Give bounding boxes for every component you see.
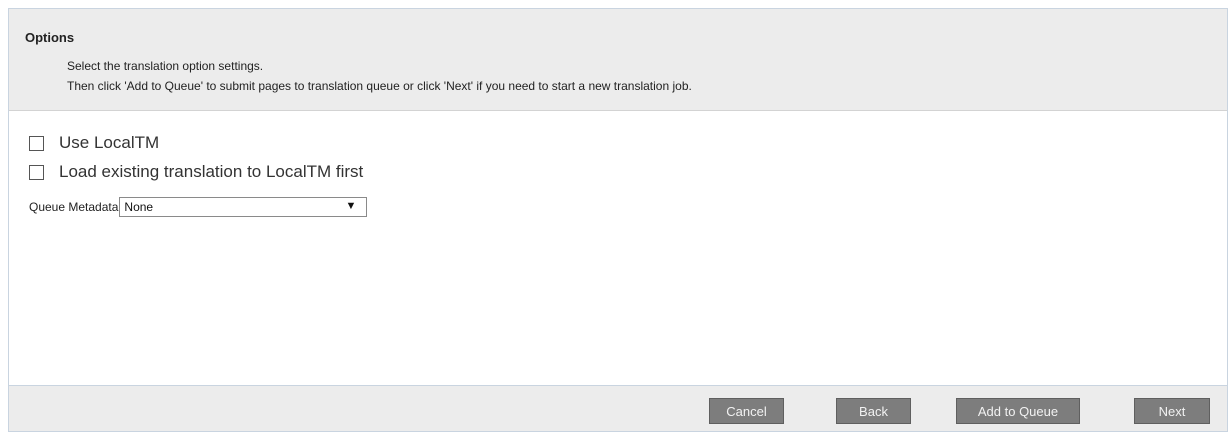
options-title: Options [25, 30, 75, 45]
add-to-queue-button[interactable]: Add to Queue [956, 398, 1080, 424]
use-localtm-option[interactable]: Use LocalTM [29, 133, 159, 153]
options-header: Options Select the translation option se… [9, 9, 1227, 111]
options-dialog: Options Select the translation option se… [8, 8, 1228, 432]
dropdown-arrow-icon: ▼ [345, 200, 357, 212]
instruction-line-2: Then click 'Add to Queue' to submit page… [67, 79, 692, 93]
dialog-footer: Cancel Back Add to Queue Next [9, 385, 1227, 431]
back-button[interactable]: Back [836, 398, 911, 424]
use-localtm-label: Use LocalTM [59, 133, 160, 152]
queue-metadata-label: Queue Metadata [29, 200, 119, 214]
instruction-line-1: Select the translation option settings. [67, 59, 264, 73]
load-existing-translation-checkbox[interactable] [29, 164, 44, 180]
queue-metadata-value: None [124, 200, 154, 214]
load-existing-translation-label: Load existing translation to LocalTM fir… [59, 162, 364, 181]
queue-metadata-row: Queue Metadata None ▼ [29, 197, 368, 217]
next-button[interactable]: Next [1134, 398, 1210, 424]
use-localtm-checkbox[interactable] [29, 135, 44, 151]
load-existing-translation-option[interactable]: Load existing translation to LocalTM fir… [29, 162, 363, 182]
cancel-button[interactable]: Cancel [709, 398, 784, 424]
queue-metadata-select[interactable]: None ▼ [119, 197, 368, 217]
